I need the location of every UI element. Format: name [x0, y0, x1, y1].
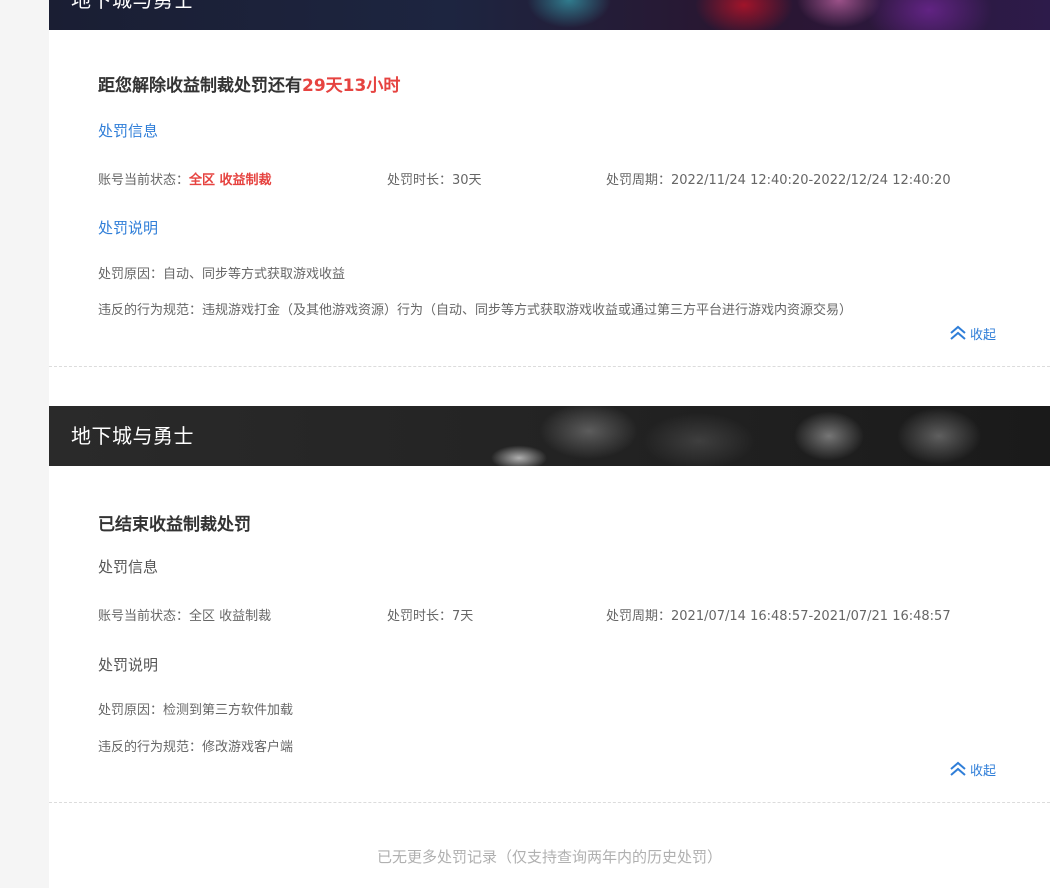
period-label: 处罚周期： — [606, 173, 672, 188]
period-value: 2022/11/24 12:40:20-2022/12/24 12:40:20 — [671, 173, 951, 188]
period-label: 处罚周期： — [606, 609, 672, 624]
double-chevron-up-icon — [950, 761, 966, 776]
violated-rule: 违反的行为规范：修改游戏客户端 — [98, 736, 293, 755]
account-status: 账号当前状态：全区 收益制裁 — [98, 169, 272, 188]
status-value: 全区 收益制裁 — [189, 609, 272, 624]
remaining-time: 29天13小时 — [302, 76, 401, 96]
violation-value: 修改游戏客户端 — [202, 740, 294, 755]
violated-rule: 违反的行为规范：违规游戏打金（及其他游戏资源）行为（自动、同步等方式获取游戏收益… — [98, 299, 852, 318]
duration-value: 30天 — [452, 173, 482, 188]
reason-label: 处罚原因： — [98, 267, 164, 282]
reason-value: 自动、同步等方式获取游戏收益 — [163, 267, 346, 282]
violation-label: 违反的行为规范： — [98, 740, 203, 755]
account-status: 账号当前状态：全区 收益制裁 — [98, 605, 271, 624]
headline-text: 距您解除收益制裁处罚还有 — [98, 76, 302, 96]
violation-value: 违规游戏打金（及其他游戏资源）行为（自动、同步等方式获取游戏收益或通过第三方平台… — [202, 303, 853, 318]
section-title-description: 处罚说明 — [98, 656, 159, 674]
duration-label: 处罚时长： — [387, 173, 453, 188]
section-title-description: 处罚说明 — [98, 219, 159, 237]
section-title-info: 处罚信息 — [98, 558, 159, 576]
collapse-button[interactable]: 收起 — [949, 324, 997, 343]
reason-label: 处罚原因： — [98, 703, 164, 718]
double-chevron-up-icon — [950, 325, 966, 340]
punishment-reason: 处罚原因：检测到第三方软件加载 — [98, 699, 293, 718]
collapse-label: 收起 — [970, 327, 997, 343]
punishment-duration: 处罚时长：7天 — [387, 605, 473, 624]
game-banner: 地下城与勇士 — [49, 406, 1050, 466]
record-divider — [49, 802, 1050, 803]
duration-label: 处罚时长： — [387, 609, 453, 624]
section-title-info: 处罚信息 — [98, 122, 159, 140]
game-title: 地下城与勇士 — [71, 0, 194, 12]
collapse-button[interactable]: 收起 — [949, 760, 997, 779]
duration-value: 7天 — [452, 609, 474, 624]
punishment-headline: 已结束收益制裁处罚 — [98, 510, 251, 535]
game-banner: 地下城与勇士 — [49, 0, 1050, 30]
status-label: 账号当前状态： — [98, 173, 190, 188]
game-title: 地下城与勇士 — [71, 424, 194, 448]
punishment-records-page: 地下城与勇士 距您解除收益制裁处罚还有29天13小时 处罚信息 账号当前状态：全… — [49, 0, 1050, 888]
punishment-period: 处罚周期：2021/07/14 16:48:57-2021/07/21 16:4… — [606, 605, 951, 624]
no-more-records-note: 已无更多处罚记录（仅支持查询两年内的历史处罚） — [376, 848, 722, 866]
period-value: 2021/07/14 16:48:57-2021/07/21 16:48:57 — [671, 609, 951, 624]
punishment-duration: 处罚时长：30天 — [387, 169, 482, 188]
card-gap — [49, 367, 1050, 406]
status-value: 全区 收益制裁 — [189, 173, 272, 188]
status-label: 账号当前状态： — [98, 609, 190, 624]
headline-text: 已结束收益制裁处罚 — [98, 515, 251, 535]
violation-label: 违反的行为规范： — [98, 303, 203, 318]
punishment-period: 处罚周期：2022/11/24 12:40:20-2022/12/24 12:4… — [606, 169, 951, 188]
punishment-headline: 距您解除收益制裁处罚还有29天13小时 — [98, 71, 400, 96]
reason-value: 检测到第三方软件加载 — [163, 703, 294, 718]
punishment-reason: 处罚原因：自动、同步等方式获取游戏收益 — [98, 263, 345, 282]
collapse-label: 收起 — [970, 763, 997, 779]
